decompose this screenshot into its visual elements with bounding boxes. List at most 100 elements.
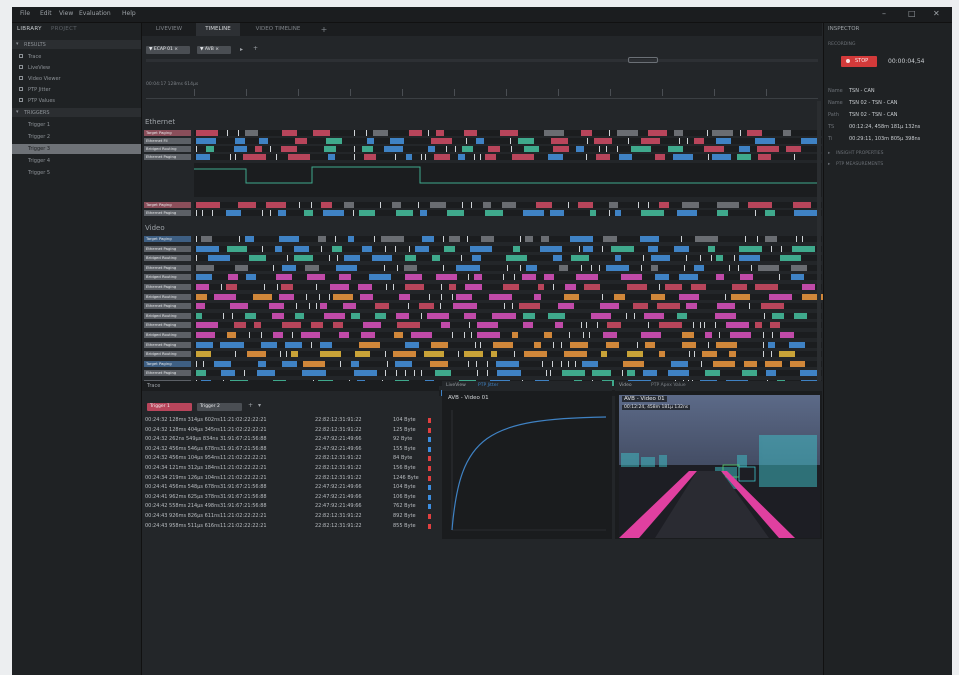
event-block[interactable] xyxy=(245,130,258,136)
event-block[interactable] xyxy=(483,202,491,208)
event-block[interactable] xyxy=(226,332,236,338)
event-tick[interactable] xyxy=(770,245,772,252)
event-block[interactable] xyxy=(602,332,617,338)
event-tick[interactable] xyxy=(421,370,422,377)
trigger-item[interactable]: Trigger 3 xyxy=(12,144,141,154)
event-block[interactable] xyxy=(594,138,612,144)
event-block[interactable] xyxy=(248,255,267,262)
event-block[interactable] xyxy=(711,154,731,160)
event-tick[interactable] xyxy=(460,255,462,262)
table-row[interactable]: 00:24:43 926ms 826µs 611ns 11:21:02:22:22… xyxy=(145,513,437,521)
event-block[interactable] xyxy=(654,274,669,281)
event-block[interactable] xyxy=(659,202,670,208)
event-tick[interactable] xyxy=(470,202,472,208)
event-block[interactable] xyxy=(533,341,542,348)
tab-project[interactable]: PROJECT xyxy=(51,26,77,32)
event-block[interactable] xyxy=(603,236,617,242)
event-tick[interactable] xyxy=(353,130,355,136)
event-tick[interactable] xyxy=(262,210,264,216)
event-block[interactable] xyxy=(247,351,267,358)
event-block[interactable] xyxy=(457,154,466,160)
event-tick[interactable] xyxy=(238,130,240,136)
event-block[interactable] xyxy=(747,130,762,136)
event-block[interactable] xyxy=(440,322,451,329)
close-icon[interactable]: ✕ xyxy=(933,9,940,18)
tab-trace[interactable]: Trace xyxy=(147,383,160,389)
event-block[interactable] xyxy=(434,154,450,160)
event-block[interactable] xyxy=(359,293,373,300)
event-tick[interactable] xyxy=(316,284,318,290)
event-tick[interactable] xyxy=(582,332,584,338)
event-block[interactable] xyxy=(361,332,376,338)
event-tick[interactable] xyxy=(699,322,701,329)
event-tick[interactable] xyxy=(685,255,687,262)
event-block[interactable] xyxy=(367,138,375,144)
event-block[interactable] xyxy=(449,236,461,242)
event-tick[interactable] xyxy=(687,138,689,144)
event-tick[interactable] xyxy=(578,245,580,252)
event-block[interactable] xyxy=(782,130,791,136)
trigger-item[interactable]: Trigger 1 xyxy=(12,120,141,130)
event-tick[interactable] xyxy=(440,303,442,310)
event-block[interactable] xyxy=(196,284,210,290)
event-tick[interactable] xyxy=(201,210,203,216)
event-block[interactable] xyxy=(648,130,668,136)
event-block[interactable] xyxy=(338,332,350,338)
event-block[interactable] xyxy=(694,236,719,242)
event-block[interactable] xyxy=(429,202,446,208)
event-block[interactable] xyxy=(404,264,417,271)
event-block[interactable] xyxy=(476,322,499,329)
event-block[interactable] xyxy=(320,341,332,348)
event-tick[interactable] xyxy=(414,370,416,377)
event-tick[interactable] xyxy=(715,322,717,329)
event-block[interactable] xyxy=(368,274,391,281)
event-tick[interactable] xyxy=(794,154,796,160)
event-block[interactable] xyxy=(673,245,689,252)
event-block[interactable] xyxy=(606,322,621,329)
table-row[interactable]: 00:24:32 456ms 104µs 954ns 11:21:02:22:22… xyxy=(145,455,437,463)
event-block[interactable] xyxy=(694,264,705,271)
event-block[interactable] xyxy=(737,154,752,160)
event-block[interactable] xyxy=(347,236,355,242)
event-tick[interactable] xyxy=(328,255,330,262)
event-block[interactable] xyxy=(429,360,449,367)
event-block[interactable] xyxy=(523,351,548,358)
event-tick[interactable] xyxy=(700,360,702,367)
event-block[interactable] xyxy=(550,210,565,216)
event-block[interactable] xyxy=(375,303,389,310)
event-block[interactable] xyxy=(488,293,512,300)
event-block[interactable] xyxy=(384,146,403,152)
event-block[interactable] xyxy=(557,303,575,310)
event-block[interactable] xyxy=(614,210,621,216)
event-block[interactable] xyxy=(555,322,564,329)
event-block[interactable] xyxy=(435,274,458,281)
event-tick[interactable] xyxy=(384,351,386,358)
event-block[interactable] xyxy=(740,274,754,281)
event-tick[interactable] xyxy=(622,370,624,377)
event-block[interactable] xyxy=(343,303,357,310)
table-row[interactable]: 00:24:32 262ns 549µs 834ns 31:91:67:21:56… xyxy=(145,436,437,444)
event-block[interactable] xyxy=(705,370,720,377)
event-block[interactable] xyxy=(512,154,535,160)
event-tick[interactable] xyxy=(574,360,576,367)
event-block[interactable] xyxy=(716,341,738,348)
event-block[interactable] xyxy=(591,370,611,377)
event-tick[interactable] xyxy=(688,351,690,358)
event-block[interactable] xyxy=(605,341,620,348)
event-block[interactable] xyxy=(228,274,239,281)
event-block[interactable] xyxy=(677,312,688,319)
event-block[interactable] xyxy=(764,236,777,242)
event-block[interactable] xyxy=(802,284,815,290)
event-block[interactable] xyxy=(748,202,772,208)
timeline-track[interactable] xyxy=(194,303,822,310)
event-tick[interactable] xyxy=(420,312,422,319)
event-tick[interactable] xyxy=(441,293,442,300)
event-tick[interactable] xyxy=(311,202,313,208)
event-tick[interactable] xyxy=(585,154,587,160)
event-tick[interactable] xyxy=(647,202,649,208)
event-tick[interactable] xyxy=(465,138,467,144)
event-block[interactable] xyxy=(257,360,266,367)
event-block[interactable] xyxy=(265,202,287,208)
event-block[interactable] xyxy=(757,154,772,160)
event-block[interactable] xyxy=(350,360,360,367)
